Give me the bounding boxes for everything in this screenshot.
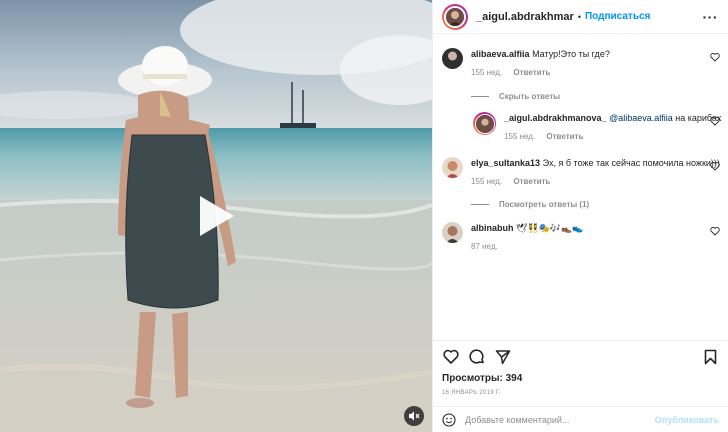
publish-button[interactable]: Опубликовать [655,415,719,425]
views-label: Просмотры: [442,373,503,384]
commenter-avatar[interactable] [442,157,463,178]
commenter-avatar-image [442,222,463,243]
mute-icon [409,411,420,421]
toggle-line [471,204,489,205]
reply-button[interactable]: Ответить [513,177,550,186]
commenter-avatar-image [442,48,463,69]
comment-like-icon[interactable] [710,161,720,171]
reply-username[interactable]: _aigul.abdrakhmanova_ [504,113,607,123]
mute-button[interactable] [404,406,424,426]
post-sidebar: _aigul.abdrakhmar • Подписаться ··· alib… [432,0,728,432]
comment-text: alibaeva.alfiia Матур!Это ты где? [471,48,720,60]
comment-item: elya_sultanka13 Эх, я б тоже так сейчас … [442,157,720,186]
bookmark-icon [704,349,716,364]
commenter-avatar-image [442,157,463,178]
reply-avatar[interactable] [473,112,496,135]
reply-meta: 155 нед. Ответить [504,132,721,141]
like-button[interactable] [442,348,460,366]
follow-button[interactable]: Подписаться [585,11,650,22]
instagram-post: _aigul.abdrakhmar • Подписаться ··· alib… [0,0,728,432]
view-replies-label: Посмотреть ответы (1) [499,200,590,209]
comment-button[interactable] [468,348,486,366]
hide-replies-toggle[interactable]: Скрыть ответы [471,92,560,101]
comment-age: 155 нед. [471,68,503,77]
comment-like-icon[interactable] [710,52,720,62]
reply-avatar-image [474,113,495,134]
author-avatar[interactable] [442,3,468,30]
comments-list: alibaeva.alfiia Матур!Это ты где? 155 не… [433,34,728,340]
author-avatar-image [446,7,464,26]
comment-item: albinabuh 🕊👯🎭🎶👞👟 87 нед. [442,222,720,251]
view-replies-toggle[interactable]: Посмотреть ответы (1) [471,200,589,209]
play-icon [200,196,234,236]
reply-button[interactable]: Ответить [546,132,583,141]
view-count: Просмотры: 394 [433,372,728,386]
separator-dot: • [577,11,581,22]
share-button[interactable] [494,348,512,366]
comment-message: Матур!Это ты где? [532,49,610,59]
comment-meta: 155 нед. Ответить [471,68,720,77]
comment-age: 155 нед. [471,177,503,186]
comment-like-icon[interactable] [710,226,720,236]
reply-button[interactable]: Ответить [513,68,550,77]
author-username[interactable]: _aigul.abdrakhmar [476,11,574,23]
comment-icon [469,348,484,364]
comment-message: 🕊👯🎭🎶👞👟 [516,223,584,233]
comment-message: Эх, я б тоже так сейчас помочила ножки))… [542,158,720,168]
comment-item: alibaeva.alfiia Матур!Это ты где? 155 не… [442,48,720,77]
comment-meta: 87 нед. [471,242,720,251]
action-bar [433,340,728,372]
commenter-avatar[interactable] [442,222,463,243]
reply-text: _aigul.abdrakhmanova_ @alibaeva.alfiia н… [504,112,721,124]
comment-meta: 155 нед. Ответить [471,177,720,186]
toggle-line [471,96,489,97]
comment-text: elya_sultanka13 Эх, я б тоже так сейчас … [471,157,720,169]
comment-text: albinabuh 🕊👯🎭🎶👞👟 [471,222,720,234]
reply-age: 155 нед. [504,132,536,141]
comment-input[interactable] [465,414,655,425]
post-header: _aigul.abdrakhmar • Подписаться ··· [433,0,728,34]
reply-mention[interactable]: @alibaeva.alfiia [609,113,673,123]
play-button[interactable] [188,188,244,244]
emoji-icon[interactable] [442,412,456,427]
share-icon [495,349,511,364]
post-date: 16 ЯНВАРЬ 2019 Г. [442,390,501,396]
comment-username[interactable]: elya_sultanka13 [471,158,540,168]
views-number: 394 [505,373,523,384]
comment-username[interactable]: alibaeva.alfiia [471,49,530,59]
commenter-avatar[interactable] [442,48,463,69]
heart-icon [443,349,459,364]
more-options-icon[interactable]: ··· [703,9,719,25]
post-video[interactable] [0,0,432,432]
comment-age: 87 нед. [471,242,498,251]
save-button[interactable] [701,348,719,366]
reply-like-icon[interactable] [710,116,720,126]
reply-item: _aigul.abdrakhmanova_ @alibaeva.alfiia н… [473,112,721,141]
comment-username[interactable]: albinabuh [471,223,514,233]
add-comment-bar: Опубликовать [433,406,728,432]
hide-replies-label: Скрыть ответы [499,92,561,101]
